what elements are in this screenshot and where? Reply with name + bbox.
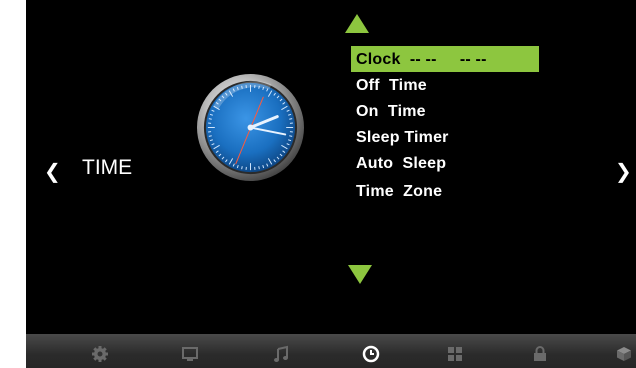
gear-icon[interactable]	[91, 345, 109, 363]
clock-icon[interactable]	[362, 345, 380, 363]
clock-illustration	[196, 73, 305, 182]
chevron-left-icon[interactable]: ❮	[44, 159, 61, 183]
tv-menu-screen: ❮ TIME ❯ Clock -- -- -- -- Off Time On T…	[26, 0, 636, 368]
section-title: TIME	[82, 156, 133, 179]
triangle-down-icon[interactable]	[348, 265, 372, 284]
grid-icon[interactable]	[446, 345, 464, 363]
clock-tick	[241, 166, 243, 170]
menu-item-auto-sleep[interactable]: Auto Sleep	[351, 150, 539, 176]
clock-tick	[258, 166, 260, 170]
clock-tick	[208, 118, 212, 120]
time-menu-list: Clock -- -- -- -- Off Time On Time Sleep…	[351, 46, 539, 204]
cube-icon[interactable]	[615, 345, 633, 363]
lock-icon[interactable]	[531, 345, 549, 363]
menu-item-off-time[interactable]: Off Time	[351, 72, 539, 98]
chevron-right-icon[interactable]: ❯	[615, 159, 632, 183]
clock-tick	[208, 135, 212, 137]
menu-tab-bar	[26, 334, 636, 368]
menu-item-time-zone[interactable]: Time Zone	[351, 178, 539, 204]
music-note-icon[interactable]	[272, 345, 290, 363]
triangle-up-icon[interactable]	[345, 14, 369, 33]
clock-tick	[289, 118, 293, 120]
menu-item-clock[interactable]: Clock -- -- -- --	[351, 46, 539, 72]
monitor-icon[interactable]	[181, 345, 199, 363]
menu-item-sleep-timer[interactable]: Sleep Timer	[351, 124, 539, 150]
clock-tick	[289, 135, 293, 137]
menu-item-on-time[interactable]: On Time	[351, 98, 539, 124]
